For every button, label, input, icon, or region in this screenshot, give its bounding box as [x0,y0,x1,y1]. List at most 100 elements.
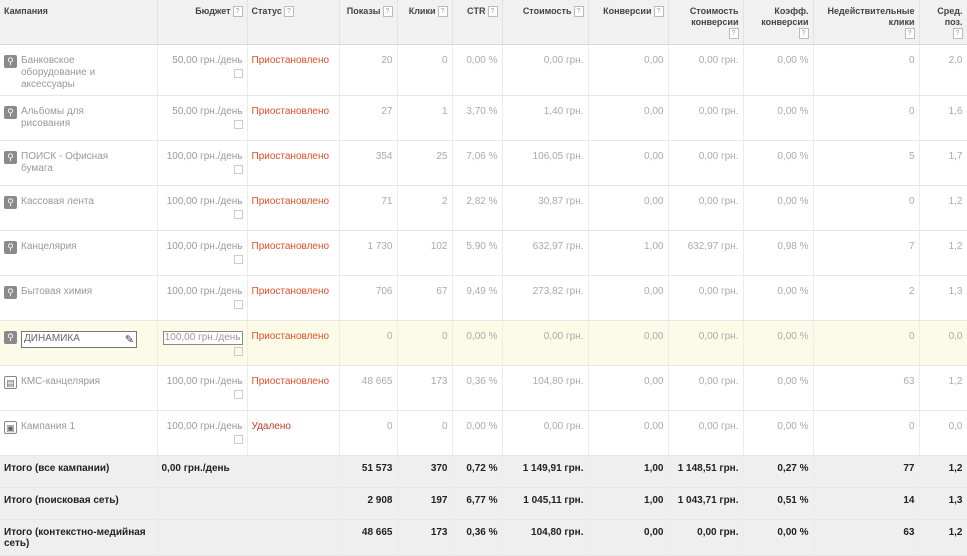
help-icon[interactable]: ? [904,28,915,39]
campaign-name-link[interactable]: Кампания 1 [21,421,126,433]
metric-conv-cost: 0,00 грн. [668,185,744,231]
metric-conv-cost: 0,00 грн. [668,275,744,321]
column-header[interactable]: Коэфф. конверсии? [743,0,814,45]
status-cell[interactable]: Удалено [247,410,340,456]
campaign-name-link[interactable]: Альбомы для рисования [21,106,126,130]
help-icon[interactable]: ? [653,6,664,17]
budget-edit-icon[interactable] [233,210,243,219]
budget-edit-icon[interactable] [233,165,243,174]
metric-ctr: 0,00 % [452,320,503,366]
table-row: ▤ КМС-канцелярия 100,00 грн./день Приостано… [0,365,967,411]
budget-edit-icon[interactable] [233,300,243,309]
metric-cost: 273,82 грн. [502,275,589,321]
budget-value[interactable]: 100,00 грн./день [167,151,243,162]
status-cell[interactable]: Приостановлено [247,95,340,141]
column-header-label: Статус [251,6,282,16]
column-header[interactable]: Сред. поз.? [919,0,967,45]
metric-conv-rate: 0,00 % [743,185,814,231]
metric-ctr: 0,00 % [452,44,503,96]
help-icon[interactable]: ? [232,6,243,17]
campaign-name-link[interactable]: КМС-канцелярия [21,376,126,388]
search-icon: ⚲ [4,241,17,254]
campaign-name-link[interactable]: Кассовая лента [21,196,126,208]
campaign-name-link[interactable]: ДИНАМИКА [24,333,80,346]
budget-value[interactable]: 100,00 грн./день [167,196,243,207]
column-header[interactable]: Клики? [397,0,453,45]
budget-edit-icon[interactable] [233,255,243,264]
metric-avg-pos: 2,0 [919,44,967,96]
campaign-name-edit[interactable]: ДИНАМИКА ✎ [21,331,137,348]
metric-clicks: 0 [397,320,453,366]
help-icon[interactable]: ? [573,6,584,17]
status-cell[interactable]: Приостановлено [247,365,340,411]
budget-value[interactable]: 100,00 грн./день [162,331,243,345]
totals-invalid: 77 [813,455,920,488]
status-cell[interactable]: Приостановлено [247,320,340,366]
metric-conversions: 0,00 [588,140,669,186]
table-row: ⚲ Банковское оборудование и аксессуары 50,… [0,44,967,96]
help-icon[interactable]: ? [487,6,498,17]
metric-invalid: 0 [813,320,920,366]
status-cell[interactable]: Приостановлено [247,140,340,186]
column-header[interactable]: CTR? [452,0,503,45]
pencil-icon[interactable]: ✎ [125,333,134,346]
totals-budget [157,519,340,556]
table-row: ⚲ Альбомы для рисования 50,00 грн./день При… [0,95,967,141]
column-header[interactable]: Статус? [247,0,340,45]
metric-invalid: 2 [813,275,920,321]
budget-cell: 100,00 грн./день [157,275,248,321]
campaign-name-link[interactable]: Банковское оборудование и аксессуары [21,55,126,91]
status-cell[interactable]: Приостановлено [247,230,340,276]
budget-edit-icon[interactable] [233,347,243,356]
column-header[interactable]: Стоимость конверсии? [668,0,744,45]
metric-ctr: 2,82 % [452,185,503,231]
totals-impressions: 48 665 [339,519,398,556]
budget-value[interactable]: 50,00 грн./день [172,55,242,66]
table-row: ▣ Кампания 1 100,00 грн./день Удалено 0 0 0,00… [0,410,967,456]
budget-edit-icon[interactable] [233,435,243,444]
campaign-name-link[interactable]: ПОИСК - Офисная бумага [21,151,126,175]
metric-cost: 0,00 грн. [502,44,589,96]
budget-value[interactable]: 100,00 грн./день [167,286,243,297]
campaign-name-link[interactable]: Канцелярия [21,241,126,253]
help-icon[interactable]: ? [437,6,448,17]
search-icon: ⚲ [4,151,17,164]
column-header[interactable]: Кампания [0,0,158,45]
column-header[interactable]: Показы? [339,0,398,45]
status-cell[interactable]: Приостановлено [247,185,340,231]
metric-cost: 1,40 грн. [502,95,589,141]
metric-impressions: 20 [339,44,398,96]
help-icon[interactable]: ? [728,28,739,39]
budget-value[interactable]: 100,00 грн./день [167,421,243,432]
help-icon[interactable]: ? [283,6,294,17]
column-header[interactable]: Недействительные клики? [813,0,920,45]
search-icon: ⚲ [4,196,17,209]
column-header-label: Конверсии [603,6,652,16]
column-header[interactable]: Конверсии? [588,0,669,45]
totals-conversions: 1,00 [588,455,669,488]
budget-edit-icon[interactable] [233,120,243,129]
metric-avg-pos: 1,6 [919,95,967,141]
budget-value[interactable]: 100,00 грн./день [167,241,243,252]
metric-cost: 0,00 грн. [502,410,589,456]
budget-value[interactable]: 50,00 грн./день [172,106,242,117]
budget-edit-icon[interactable] [233,69,243,78]
budget-cell: 100,00 грн./день [157,185,248,231]
budget-edit-icon[interactable] [233,390,243,399]
help-icon[interactable]: ? [952,28,963,39]
column-header[interactable]: Стоимость? [502,0,589,45]
budget-value[interactable]: 100,00 грн./день [167,376,243,387]
status-cell[interactable]: Приостановлено [247,44,340,96]
metric-avg-pos: 1,2 [919,365,967,411]
budget-cell: 100,00 грн./день [157,410,248,456]
metric-invalid: 63 [813,365,920,411]
campaigns-table: Кампания Бюджет? Статус? Показы? Клики? CTR? С… [0,0,967,556]
status-cell[interactable]: Приостановлено [247,275,340,321]
help-icon[interactable]: ? [798,28,809,39]
metric-invalid: 0 [813,44,920,96]
help-icon[interactable]: ? [382,6,393,17]
metric-conv-cost: 0,00 грн. [668,95,744,141]
column-header[interactable]: Бюджет? [157,0,248,45]
totals-impressions: 51 573 [339,455,398,488]
campaign-name-link[interactable]: Бытовая химия [21,286,126,298]
